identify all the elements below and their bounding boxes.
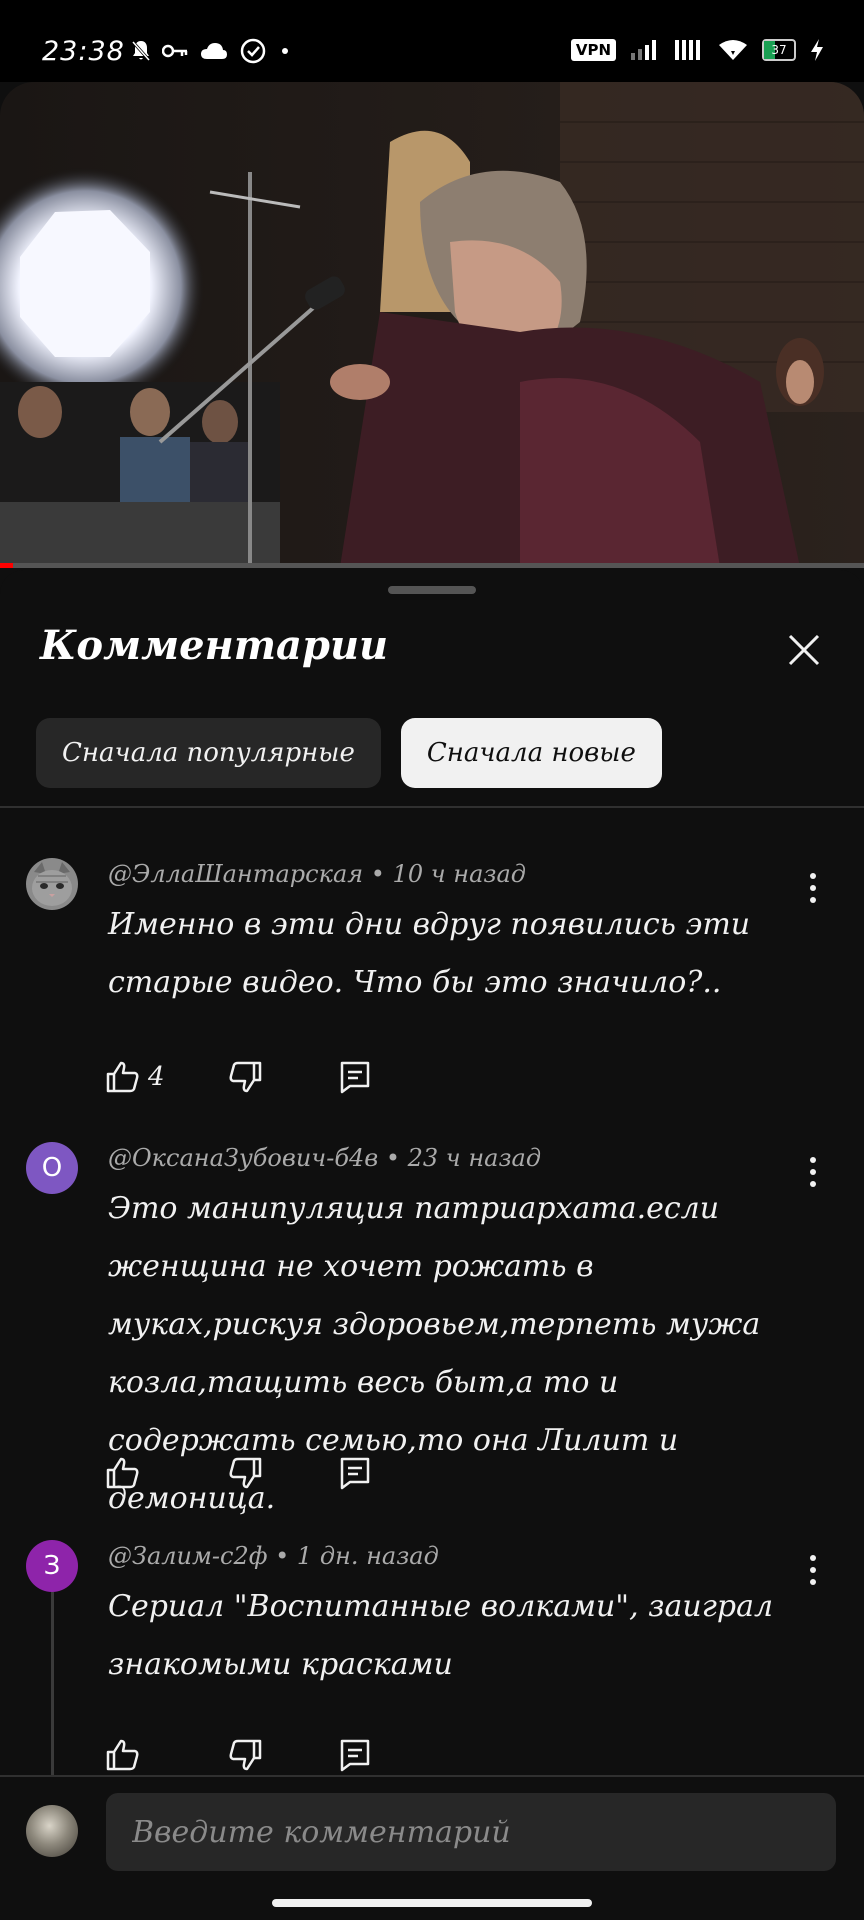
cloud-icon (201, 43, 227, 59)
comment-actions (106, 1738, 372, 1772)
like-button[interactable] (106, 1456, 228, 1490)
thumb-down-icon (229, 1739, 262, 1771)
status-bar: 23:38 VPN 37 (0, 0, 864, 82)
reply-button[interactable] (338, 1456, 372, 1490)
dot-icon (282, 48, 288, 54)
battery-icon: 37 (762, 39, 796, 61)
avatar[interactable]: О (26, 1142, 78, 1194)
video-progress-bar[interactable] (0, 563, 864, 568)
video-progress-played (0, 563, 13, 568)
avatar[interactable]: З (26, 1540, 78, 1592)
home-indicator[interactable] (272, 1899, 592, 1907)
signal-icon (631, 40, 656, 60)
comment-text: Именно в эти дни вдруг появились эти ста… (108, 907, 751, 1000)
thumb-down-icon (229, 1061, 262, 1093)
comment-actions: 4 (106, 1060, 372, 1094)
close-button[interactable] (780, 626, 828, 674)
sort-chip-newest[interactable]: Сначала новые (400, 718, 662, 788)
avatar[interactable] (26, 858, 78, 910)
comment-meta: @Залим-с2ф • 1 дн. назад (108, 1542, 439, 1570)
comment-input-field[interactable] (106, 1793, 836, 1871)
thumb-up-icon (106, 1739, 139, 1771)
comment-menu-button[interactable] (798, 1152, 828, 1192)
user-avatar[interactable] (26, 1805, 78, 1857)
comment-input-bar (0, 1775, 864, 1920)
comment-menu-button[interactable] (798, 1550, 828, 1590)
comment-input[interactable] (106, 1793, 836, 1871)
status-time: 23:38 (42, 36, 125, 67)
cat-avatar-icon (26, 858, 78, 910)
comment-meta: @ОксанаЗубович-б4в • 23 ч назад (108, 1144, 542, 1172)
like-button[interactable]: 4 (106, 1060, 228, 1094)
dislike-button[interactable] (228, 1456, 338, 1490)
reply-icon (340, 1457, 370, 1490)
drag-handle[interactable] (388, 586, 476, 594)
video-frame (0, 82, 864, 567)
charging-icon (811, 39, 823, 61)
battery-level: 37 (771, 43, 787, 57)
comment-actions (106, 1456, 372, 1490)
video-player[interactable] (0, 82, 864, 567)
more-vertical-icon (810, 1157, 816, 1187)
comment-meta: @ЭллаШантарская • 10 ч назад (108, 860, 527, 888)
check-circle-icon (240, 38, 266, 64)
more-vertical-icon (810, 873, 816, 903)
thumb-up-icon (106, 1457, 139, 1489)
comment-menu-button[interactable] (798, 868, 828, 908)
dislike-button[interactable] (228, 1738, 338, 1772)
more-vertical-icon (810, 1555, 816, 1585)
thumb-down-icon (229, 1457, 262, 1489)
reply-button[interactable] (338, 1060, 372, 1094)
sort-chip-popular[interactable]: Сначала популярные (36, 718, 381, 788)
key-icon (162, 44, 188, 58)
like-button[interactable] (106, 1738, 228, 1772)
comment-text: Сериал "Воспитанные волками", заиграл зн… (108, 1589, 774, 1682)
divider (0, 806, 864, 808)
like-count: 4 (148, 1062, 165, 1092)
sort-chips: Сначала популярные Сначала новые (36, 718, 662, 788)
status-right-icons: VPN 37 (570, 38, 824, 62)
dislike-button[interactable] (228, 1060, 338, 1094)
comments-title: Комментарии (40, 622, 389, 669)
reply-icon (340, 1061, 370, 1094)
bell-off-icon (132, 41, 150, 61)
reply-thread-line (51, 1592, 54, 1782)
comments-sheet: Комментарии Сначала популярные Сначала н… (0, 570, 864, 1920)
status-left-icons (132, 38, 292, 64)
reply-icon (340, 1739, 370, 1772)
vpn-badge: VPN (570, 39, 616, 61)
signal-icon (675, 40, 700, 60)
close-icon (788, 634, 820, 666)
wifi-icon (719, 40, 747, 60)
reply-button[interactable] (338, 1738, 372, 1772)
thumb-up-icon (106, 1061, 139, 1093)
